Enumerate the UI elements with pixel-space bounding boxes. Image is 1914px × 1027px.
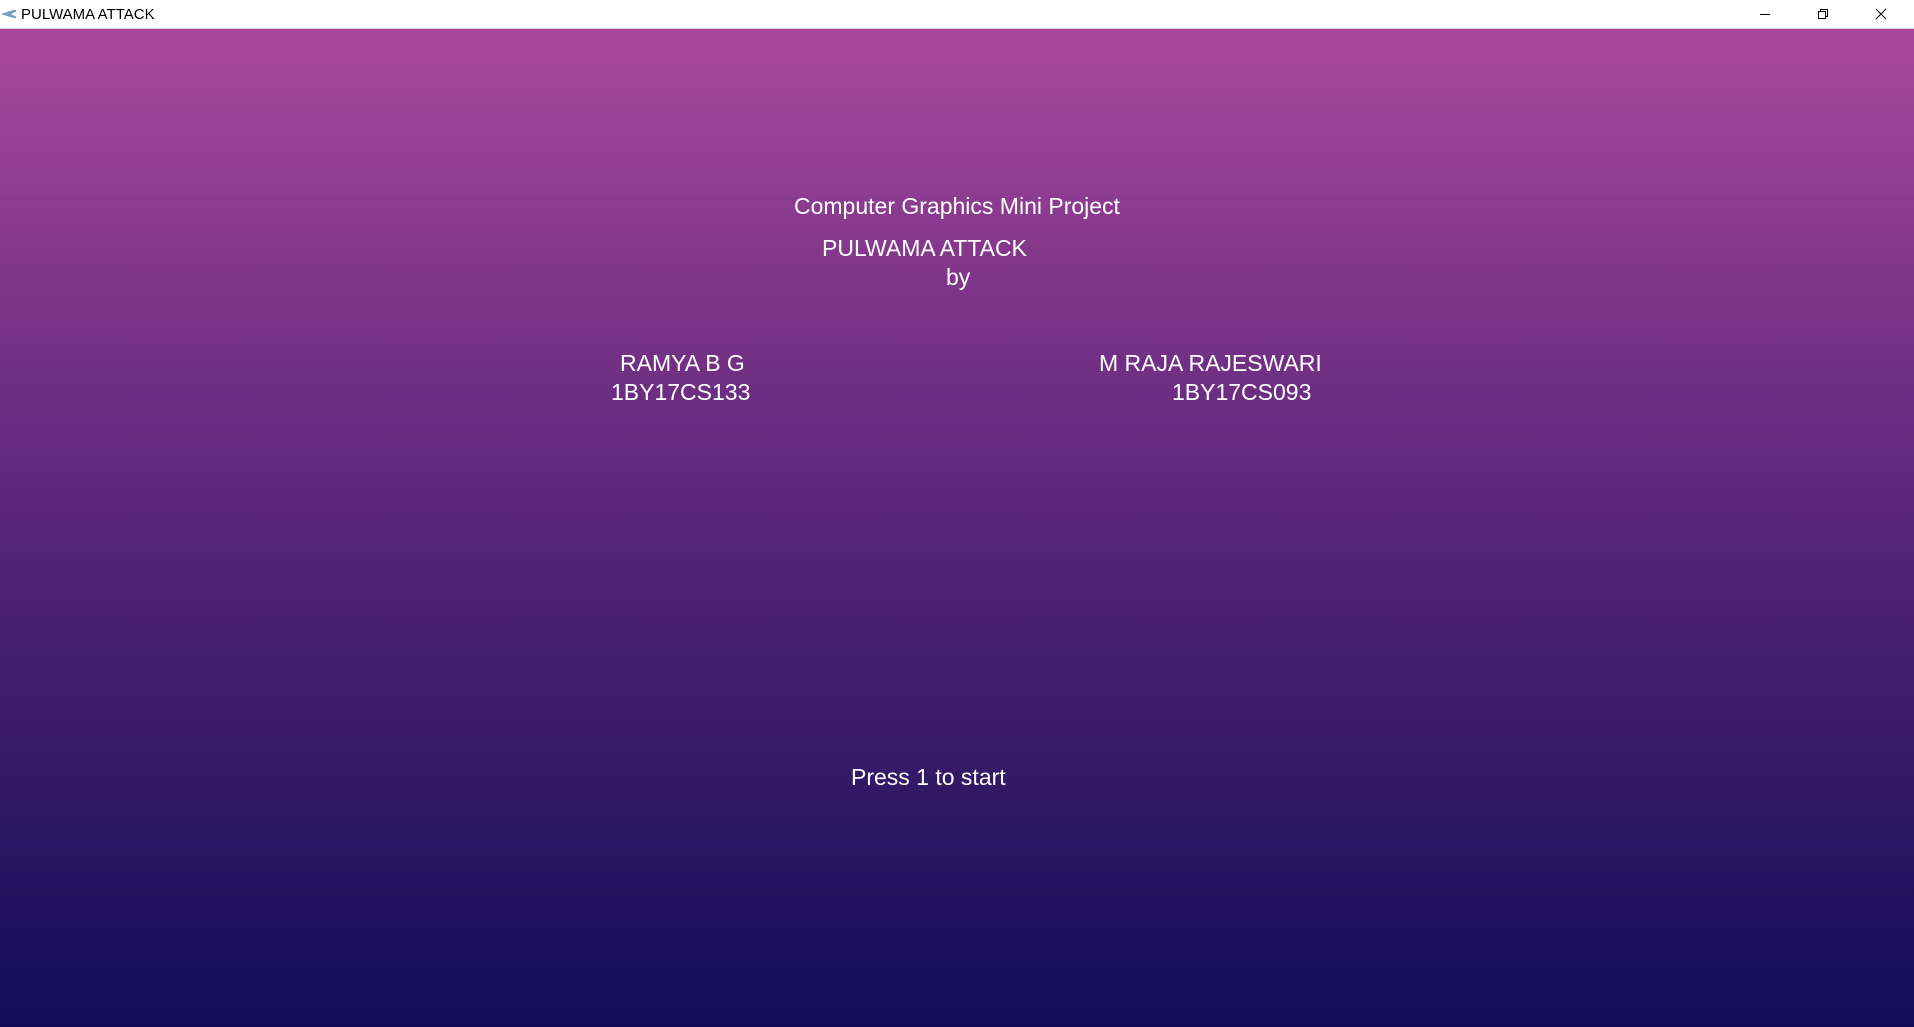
close-icon — [1875, 8, 1887, 20]
restore-button[interactable] — [1794, 0, 1852, 28]
author-usn: 1BY17CS093 — [1172, 379, 1312, 405]
project-subtitle: Computer Graphics Mini Project — [794, 193, 1120, 219]
minimize-button[interactable] — [1736, 0, 1794, 28]
author-name: M RAJA RAJESWARI — [1099, 350, 1322, 376]
start-prompt: Press 1 to start — [851, 764, 1006, 790]
window-title: PULWAMA ATTACK — [21, 6, 155, 23]
author-usn: 1BY17CS133 — [611, 379, 751, 405]
gl-canvas[interactable] — [0, 29, 1914, 1027]
title-bar[interactable]: PULWAMA ATTACK — [0, 0, 1914, 29]
minimize-icon — [1760, 14, 1770, 15]
by-label: by — [946, 264, 971, 290]
close-button[interactable] — [1852, 0, 1910, 28]
project-title: PULWAMA ATTACK — [822, 235, 1027, 261]
restore-icon — [1818, 9, 1828, 19]
app-window: PULWAMA ATTACK Computer Graphics Mini Pr… — [0, 0, 1914, 1027]
app-icon — [1, 9, 17, 19]
author-name: RAMYA B G — [620, 350, 745, 376]
